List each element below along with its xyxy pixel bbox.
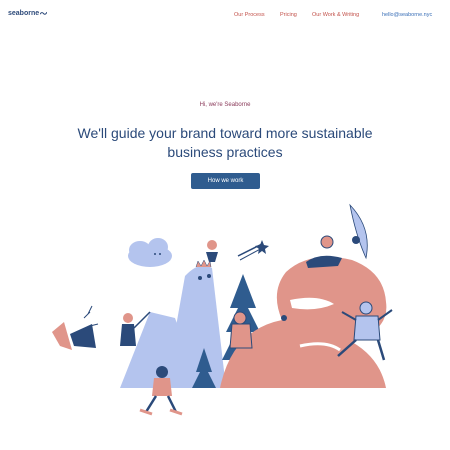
crescent-moon-shape [349, 203, 368, 260]
nav-link-our-work-writing[interactable]: Our Work & Writing [312, 12, 359, 18]
nav-link-our-process[interactable]: Our Process [234, 12, 265, 18]
balloon-shape [206, 240, 218, 262]
hero-greeting: Hi, we're Seaborne [199, 102, 251, 108]
hero-headline-line-1: We'll guide your brand toward more susta… [77, 125, 373, 141]
shooting-star-shape [237, 240, 269, 261]
hero-headline-line-2: business practices [167, 144, 283, 160]
top-navigation: Our Process Pricing Our Work & Writing h… [0, 12, 450, 22]
nav-link-pricing[interactable]: Pricing [280, 12, 297, 18]
cloud-shape [128, 238, 172, 267]
hero-illustration [52, 203, 393, 416]
figure-megaphone [52, 305, 99, 350]
nav-email-link[interactable]: hello@seaborne.nyc [382, 12, 432, 18]
how-we-work-button[interactable]: How we work [191, 173, 260, 189]
hero-headline: We'll guide your brand toward more susta… [40, 124, 410, 162]
